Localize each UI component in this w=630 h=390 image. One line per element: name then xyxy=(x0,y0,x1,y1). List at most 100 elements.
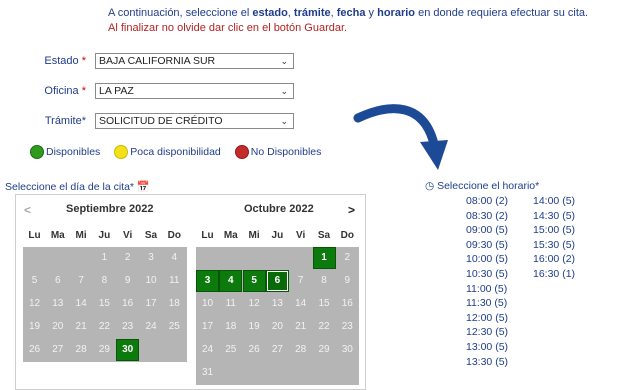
calendar-day: 5 xyxy=(31,275,38,286)
tramite-label: Trámite* xyxy=(44,115,86,127)
calendar-day: 11 xyxy=(225,298,236,309)
calendar-day: 25 xyxy=(168,321,180,332)
time-slot[interactable]: 08:00 (2) xyxy=(466,195,508,207)
calendar-day: 18 xyxy=(168,298,180,309)
calendar-day: 3 xyxy=(148,252,154,263)
estado-select[interactable]: BAJA CALIFORNIA SUR ⌄ xyxy=(95,53,294,69)
calendar-day-available[interactable]: 4 xyxy=(219,270,243,292)
calendar-day: 26 xyxy=(28,344,41,355)
time-slot[interactable]: 16:00 (2) xyxy=(533,253,575,265)
month-grid-october: 1 2 3 4 5 6 7 8 9 10 11 12 13 14 15 16 17 18 19 20 21 22 23 24 2… xyxy=(196,247,359,385)
calendar-day: 28 xyxy=(295,344,307,355)
calendar-day-available[interactable]: 30 xyxy=(116,339,140,361)
oficina-row: Oficina * LA PAZ ⌄ xyxy=(0,83,300,99)
legend-few: Poca disponibilidad xyxy=(114,145,221,159)
time-slot[interactable]: 08:30 (2) xyxy=(466,210,508,222)
time-slot[interactable]: 09:30 (5) xyxy=(466,239,508,251)
calendar-day: 4 xyxy=(171,252,178,263)
intro-instructions: A continuación, seleccione el estado, tr… xyxy=(108,7,589,19)
calendar-day: 12 xyxy=(28,298,41,309)
calendar-day: 24 xyxy=(145,321,157,332)
availability-legend: Disponibles Poca disponibilidad No Dispo… xyxy=(30,144,335,160)
calendar-day: 22 xyxy=(98,321,110,332)
time-slot[interactable]: 10:00 (5) xyxy=(466,253,508,265)
calendar-day-available[interactable]: 1 xyxy=(312,247,336,269)
calendar-day-available[interactable]: 3 xyxy=(196,270,219,292)
weekday-header: Vi xyxy=(123,230,133,241)
weekday-header: Sa xyxy=(317,230,331,241)
weekday-header: Ju xyxy=(98,230,111,241)
time-slot[interactable]: 13:00 (5) xyxy=(466,341,508,353)
weekday-header: Mi xyxy=(248,230,260,241)
time-slot[interactable]: 09:00 (5) xyxy=(466,224,508,236)
weekday-header: Ju xyxy=(271,230,284,241)
intro-text: A continuación, seleccione el estado, tr… xyxy=(108,6,588,36)
estado-row: Estado * BAJA CALIFORNIA SUR ⌄ xyxy=(0,53,300,69)
calendar-day: 12 xyxy=(248,298,260,309)
oficina-select[interactable]: LA PAZ ⌄ xyxy=(95,83,294,99)
calendar-day: 23 xyxy=(122,321,134,332)
weekday-header: Lu xyxy=(28,230,41,241)
calendar-day: 19 xyxy=(248,321,260,332)
calendar-day: 21 xyxy=(75,321,87,332)
arrow-icon xyxy=(353,104,448,170)
calendar-day: 26 xyxy=(248,344,260,355)
red-dot-icon xyxy=(234,145,249,159)
time-slot[interactable]: 15:00 (5) xyxy=(533,224,575,236)
month-grid-september: 1 2 3 4 5 6 7 8 9 10 11 12 13 14 15 16 17 18 19 20 21 22 23 24 2… xyxy=(23,247,187,362)
calendar-day-available[interactable]: 5 xyxy=(242,270,266,292)
time-slot[interactable]: 11:00 (5) xyxy=(466,283,507,295)
calendar-day: 15 xyxy=(98,298,110,309)
yellow-dot-icon xyxy=(114,145,129,159)
calendar-day: 9 xyxy=(124,275,131,286)
next-month-button[interactable]: > xyxy=(348,203,355,217)
tramite-select[interactable]: SOLICITUD DE CRÉDITO ⌄ xyxy=(95,113,294,129)
calendar-day: 27 xyxy=(271,344,283,355)
calendar-day: 8 xyxy=(321,275,327,286)
time-slot[interactable]: 13:30 (5) xyxy=(466,356,508,368)
calendar-day: 15 xyxy=(318,298,330,309)
time-slot[interactable]: 15:30 (5) xyxy=(533,239,575,251)
calendar-label: Seleccione el día de la cita* 📅 xyxy=(5,181,150,193)
weekday-header: Ma xyxy=(223,230,238,241)
calendar-day: 2 xyxy=(124,252,131,263)
date-picker: < Septiembre 2022 Octubre 2022 > Lu Ma Mi J… xyxy=(15,194,366,390)
legend-available: Disponibles xyxy=(30,145,100,159)
calendar-day: 28 xyxy=(75,344,87,355)
schedule-label: ◷ Seleccione el horario* xyxy=(425,180,540,192)
weekday-header: Vi xyxy=(296,230,306,241)
calendar-day-available[interactable]: 6 xyxy=(265,270,289,292)
weekday-header: Sa xyxy=(144,230,158,241)
prev-month-button[interactable]: < xyxy=(24,203,31,217)
chevron-down-icon: ⌄ xyxy=(280,56,288,66)
time-slot[interactable]: 11:30 (5) xyxy=(466,297,507,309)
intro-warning: Al finalizar no olvide dar clic en el bo… xyxy=(108,22,348,34)
time-slot[interactable]: 14:00 (5) xyxy=(533,195,575,207)
calendar-day: 17 xyxy=(201,321,214,332)
time-slot[interactable]: 10:30 (5) xyxy=(466,268,508,280)
calendar-day: 13 xyxy=(271,298,283,309)
time-slot[interactable]: 14:30 (5) xyxy=(533,210,575,222)
month-title-october: Octubre 2022 xyxy=(244,203,314,215)
time-slot[interactable]: 12:30 (5) xyxy=(466,326,508,338)
calendar-day: 2 xyxy=(344,252,351,263)
weekday-header: Ma xyxy=(50,230,65,241)
calendar-day: 18 xyxy=(225,321,237,332)
calendar-day: 14 xyxy=(75,298,87,309)
calendar-day: 11 xyxy=(169,275,180,286)
calendar-day: 19 xyxy=(28,321,41,332)
calendar-day: 8 xyxy=(101,275,108,286)
oficina-label: Oficina * xyxy=(44,85,86,97)
time-slot[interactable]: 16:30 (1) xyxy=(533,268,575,280)
calendar-day: 30 xyxy=(341,344,353,355)
weekday-header: Lu xyxy=(201,230,214,241)
time-slot[interactable]: 12:00 (5) xyxy=(466,312,508,324)
calendar-day: 27 xyxy=(52,344,64,355)
calendar-icon: 📅 xyxy=(136,181,150,193)
calendar-day: 23 xyxy=(341,321,353,332)
calendar-day: 10 xyxy=(145,275,157,286)
calendar-day: 9 xyxy=(344,275,351,286)
calendar-day: 21 xyxy=(295,321,307,332)
calendar-day: 24 xyxy=(201,344,214,355)
weekday-header: Do xyxy=(340,230,354,241)
